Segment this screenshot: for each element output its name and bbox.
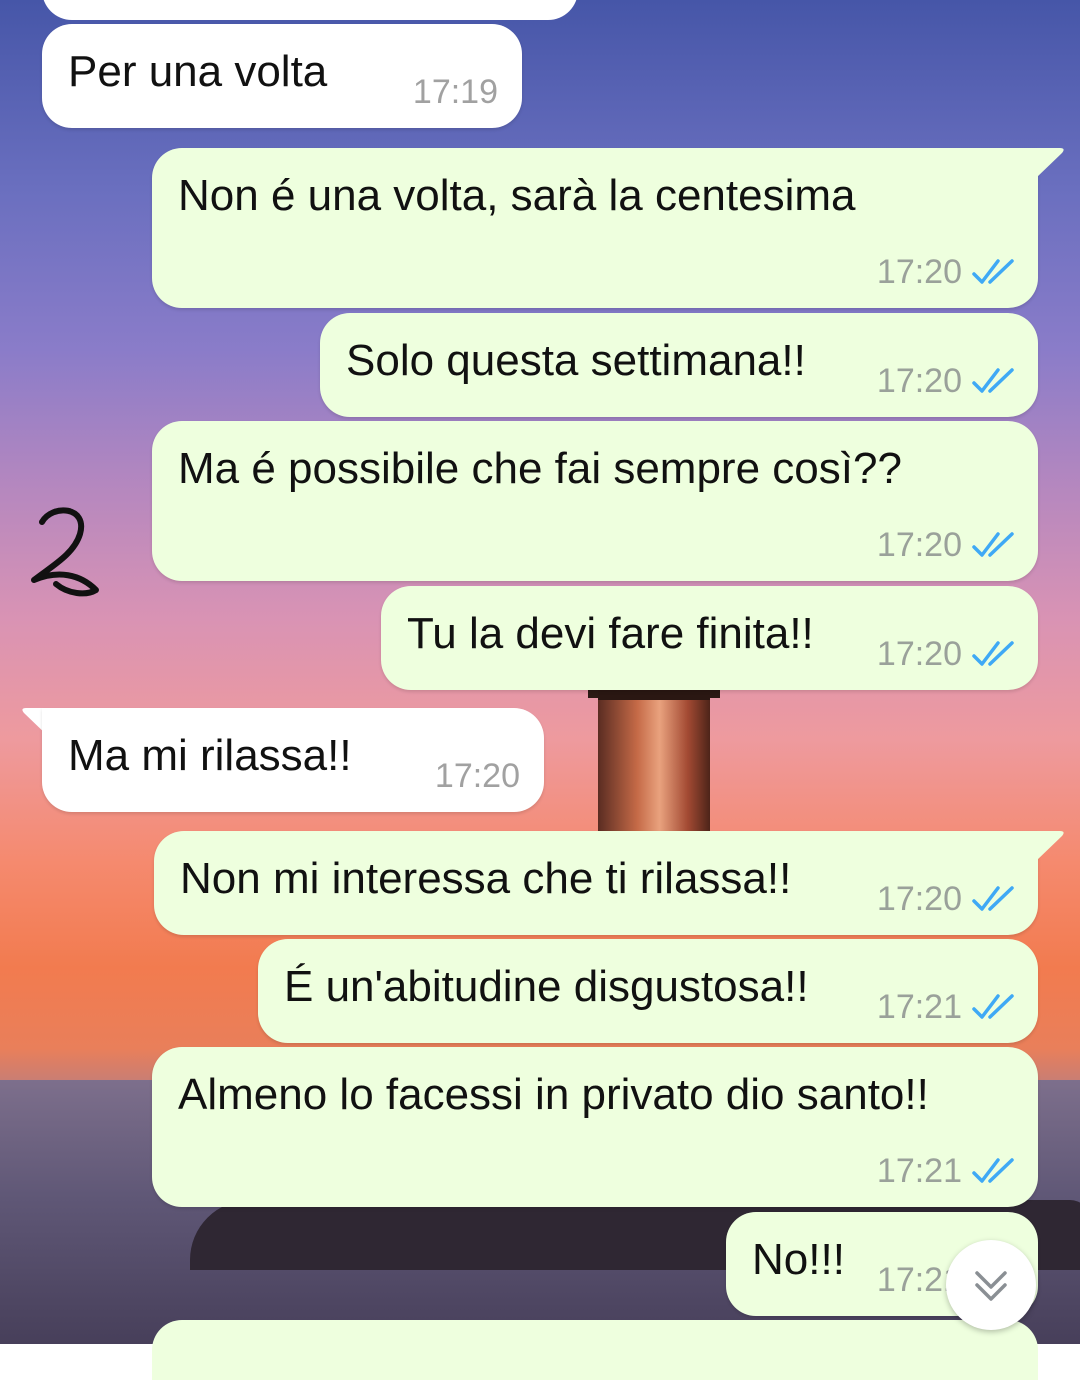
- message-text: No!!!: [752, 1235, 845, 1284]
- message-time: 17:21: [876, 988, 962, 1026]
- message-meta: 17:20: [435, 758, 520, 794]
- message-meta: 17:20: [877, 527, 1016, 563]
- message-text: Non é una volta, sarà la centesima: [178, 171, 856, 220]
- handwritten-annotation: [31, 507, 99, 597]
- message-text: É un'abitudine disgustosa!!: [284, 962, 809, 1011]
- wallpaper-lighthouse: [598, 690, 710, 850]
- message-time: 17:20: [876, 526, 962, 564]
- message-text: Per una volta: [68, 47, 328, 96]
- message-meta: 17:20: [877, 363, 1016, 399]
- message-time: 17:20: [876, 635, 962, 673]
- message-meta: 17:21: [877, 1153, 1016, 1189]
- message-text: Solo questa settimana!!: [346, 336, 806, 385]
- double-check-icon: [972, 1158, 1014, 1183]
- double-chevron-down-icon: [975, 1271, 1007, 1301]
- message-meta: 17:20: [877, 881, 1016, 917]
- message-bubble-outgoing[interactable]: Solo questa settimana!! 17:20: [320, 313, 1038, 417]
- message-text: Non mi interessa che ti rilassa!!: [180, 854, 792, 903]
- double-check-icon: [972, 994, 1014, 1019]
- message-bubble-partial-bottom[interactable]: [152, 1320, 1038, 1380]
- double-check-icon: [972, 886, 1014, 911]
- message-time: 17:20: [876, 880, 962, 918]
- message-time: 17:20: [876, 253, 962, 291]
- message-bubble-outgoing[interactable]: Non é una volta, sarà la centesima 17:20: [152, 148, 1038, 308]
- message-time: 17:19: [412, 73, 498, 111]
- message-bubble-partial-top[interactable]: [42, 0, 578, 20]
- message-text: Tu la devi fare finita!!: [407, 609, 814, 658]
- message-text: Almeno lo facessi in privato dio santo!!: [178, 1070, 929, 1119]
- message-time: 17:20: [434, 757, 520, 795]
- bubble-tail: [1036, 831, 1064, 861]
- scroll-to-bottom-button[interactable]: [946, 1240, 1036, 1330]
- double-check-icon: [972, 259, 1014, 284]
- message-bubble-outgoing[interactable]: Almeno lo facessi in privato dio santo!!…: [152, 1047, 1038, 1207]
- message-meta: 17:21: [877, 989, 1016, 1025]
- double-check-icon: [972, 641, 1014, 666]
- message-bubble-incoming[interactable]: Per una volta 17:19: [42, 24, 522, 128]
- message-meta: 17:19: [413, 74, 498, 110]
- double-check-icon: [972, 368, 1014, 393]
- message-bubble-incoming[interactable]: Ma mi rilassa!! 17:20: [42, 708, 544, 812]
- message-bubble-outgoing[interactable]: É un'abitudine disgustosa!! 17:21: [258, 939, 1038, 1043]
- message-time: 17:21: [876, 1152, 962, 1190]
- message-meta: 17:20: [877, 636, 1016, 672]
- double-check-icon: [972, 532, 1014, 557]
- message-bubble-outgoing[interactable]: Non mi interessa che ti rilassa!! 17:20: [154, 831, 1038, 935]
- bubble-tail: [1036, 148, 1064, 178]
- message-text: Ma mi rilassa!!: [68, 731, 352, 780]
- message-bubble-outgoing[interactable]: Ma é possibile che fai sempre così?? 17:…: [152, 421, 1038, 581]
- message-time: 17:20: [876, 362, 962, 400]
- message-bubble-outgoing[interactable]: Tu la devi fare finita!! 17:20: [381, 586, 1038, 690]
- message-meta: 17:20: [877, 254, 1016, 290]
- message-text: Ma é possibile che fai sempre così??: [178, 444, 902, 493]
